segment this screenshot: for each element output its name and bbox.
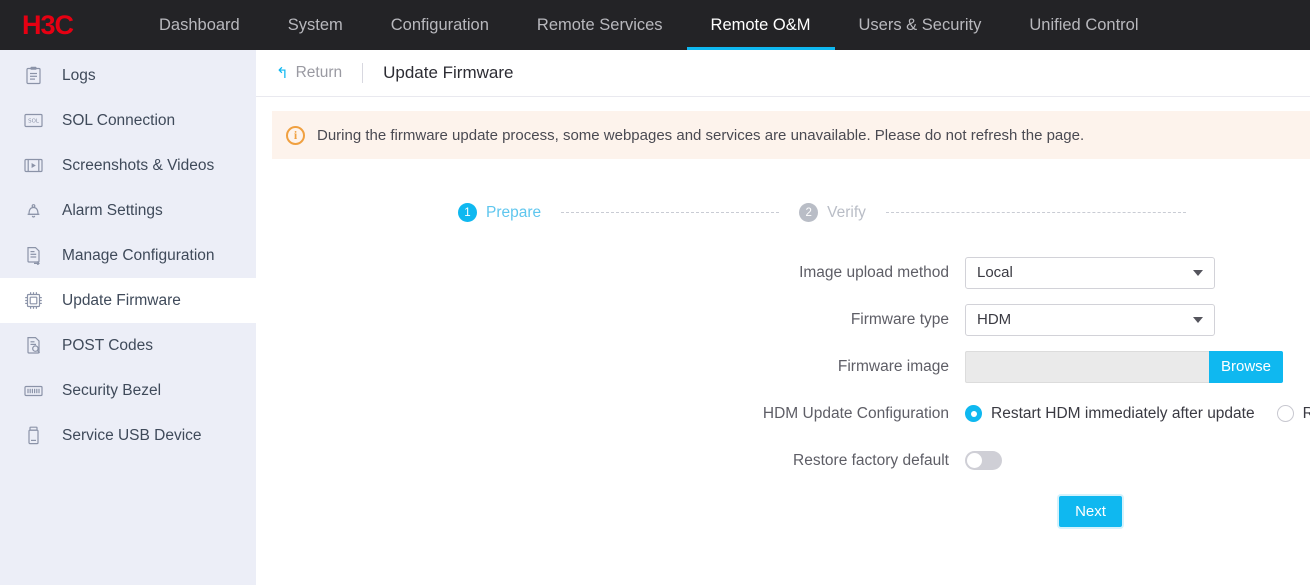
svg-text:SOL: SOL — [28, 119, 39, 125]
nav-item-users-security[interactable]: Users & Security — [835, 0, 1006, 50]
nav-item-unified-control[interactable]: Unified Control — [1005, 0, 1162, 50]
sidebar-item-label: Service USB Device — [62, 426, 202, 444]
sidebar-item-label: SOL Connection — [62, 111, 176, 129]
document-export-icon — [22, 245, 44, 267]
sidebar-item-label: Alarm Settings — [62, 201, 163, 219]
nav-item-dashboard[interactable]: Dashboard — [135, 0, 264, 50]
step-verify: 2 Verify — [799, 203, 866, 222]
toggle-knob — [967, 453, 982, 468]
bezel-grill-icon — [22, 380, 44, 402]
breadcrumb: ↱ Return Update Firmware — [256, 50, 1310, 97]
nav-item-label: Configuration — [390, 15, 489, 34]
usb-drive-icon — [22, 425, 44, 447]
chevron-down-icon — [1193, 269, 1203, 276]
firmware-update-form: Image upload method Local Firmware type … — [256, 249, 1310, 527]
sidebar-item-post-codes[interactable]: POST Codes — [0, 323, 256, 368]
sidebar-item-label: Screenshots & Videos — [62, 156, 215, 174]
nav-item-remote-om[interactable]: Remote O&M — [686, 0, 835, 50]
step-prepare: 1 Prepare — [458, 203, 541, 222]
image-upload-method-label: Image upload method — [799, 263, 949, 281]
sidebar-item-label: Update Firmware — [62, 291, 181, 309]
nav-item-label: Users & Security — [858, 15, 982, 34]
stepper-connector — [561, 212, 780, 213]
sidebar-item-screenshots-videos[interactable]: Screenshots & Videos — [0, 143, 256, 188]
stepper-connector — [885, 212, 1186, 213]
radio-label: Restart HDM manually — [1302, 404, 1310, 422]
sidebar-item-service-usb-device[interactable]: Service USB Device — [0, 413, 256, 458]
nav-item-system[interactable]: System — [264, 0, 367, 50]
nav-item-remote-services[interactable]: Remote Services — [513, 0, 687, 50]
form-row-hdm-update-configuration: HDM Update Configuration Restart HDM imm… — [256, 390, 1310, 437]
next-button[interactable]: Next — [1059, 496, 1122, 527]
radio-restart-immediately[interactable]: Restart HDM immediately after update — [965, 405, 1255, 423]
sidebar-item-label: Manage Configuration — [62, 246, 215, 264]
clipboard-list-icon — [22, 65, 44, 87]
firmware-type-value: HDM — [977, 311, 1012, 328]
sidebar-item-label: POST Codes — [62, 336, 154, 354]
form-row-firmware-type: Firmware type HDM — [256, 296, 1310, 343]
sidebar-item-update-firmware[interactable]: Update Firmware — [0, 278, 256, 323]
document-search-icon — [22, 335, 44, 357]
brand-logo[interactable]: H3C — [0, 0, 135, 50]
breadcrumb-separator — [362, 63, 364, 83]
radio-unselected-icon — [1276, 405, 1294, 422]
image-upload-method-select[interactable]: Local — [965, 256, 1215, 289]
form-actions: Next — [256, 496, 1310, 527]
brand-logo-text: H3C — [22, 9, 74, 40]
return-label: Return — [295, 64, 343, 81]
radio-selected-icon — [965, 405, 982, 422]
nav-item-label: Dashboard — [159, 15, 240, 34]
video-frame-icon — [22, 155, 44, 177]
nav-item-label: Unified Control — [1029, 15, 1139, 34]
image-upload-method-value: Local — [977, 264, 1013, 281]
sidebar-item-label: Security Bezel — [62, 381, 162, 399]
top-navigation-bar: H3C Dashboard System Configuration Remot… — [0, 0, 1310, 50]
hdm-update-configuration-label: HDM Update Configuration — [762, 404, 949, 422]
progress-stepper: 1 Prepare 2 Verify — [256, 203, 1310, 222]
top-nav-items: Dashboard System Configuration Remote Se… — [135, 0, 1163, 50]
step-number: 2 — [799, 203, 819, 222]
sidebar-item-alarm-settings[interactable]: Alarm Settings — [0, 188, 256, 233]
step-label: Verify — [827, 203, 866, 221]
bell-icon — [22, 200, 44, 222]
page-title: Update Firmware — [383, 63, 514, 82]
warning-banner-text: During the firmware update process, some… — [317, 126, 1085, 144]
sidebar: Logs SOL SOL Connection Screenshots & Vi… — [0, 50, 256, 585]
nav-item-configuration[interactable]: Configuration — [367, 0, 513, 50]
step-number: 1 — [458, 203, 477, 222]
browse-button[interactable]: Browse — [1209, 350, 1283, 383]
hdm-update-configuration-radio-group: Restart HDM immediately after update Res… — [965, 405, 1310, 423]
return-button[interactable]: ↱ Return — [276, 64, 342, 82]
nav-item-label: Remote Services — [536, 15, 663, 34]
main-content: ↱ Return Update Firmware i During the fi… — [256, 50, 1310, 585]
firmware-type-select[interactable]: HDM — [965, 303, 1215, 336]
chevron-down-icon — [1193, 316, 1203, 323]
form-row-restore-factory-default: Restore factory default — [256, 437, 1310, 484]
form-row-image-upload-method: Image upload method Local — [256, 249, 1310, 296]
warning-banner: i During the firmware update process, so… — [272, 111, 1310, 159]
info-circle-icon: i — [286, 125, 305, 145]
sidebar-item-label: Logs — [62, 66, 96, 84]
step-label: Prepare — [486, 203, 542, 221]
restore-factory-default-toggle[interactable] — [965, 451, 1002, 470]
sidebar-item-manage-configuration[interactable]: Manage Configuration — [0, 233, 256, 278]
sidebar-item-security-bezel[interactable]: Security Bezel — [0, 368, 256, 413]
firmware-image-label: Firmware image — [837, 357, 949, 375]
return-arrow-icon: ↱ — [276, 65, 289, 82]
form-row-firmware-image: Firmware image Browse — [256, 343, 1310, 390]
radio-label: Restart HDM immediately after update — [991, 404, 1255, 422]
restore-factory-default-label: Restore factory default — [793, 451, 949, 469]
firmware-type-label: Firmware type — [850, 310, 949, 328]
nav-item-label: System — [287, 15, 343, 34]
sidebar-item-sol-connection[interactable]: SOL SOL Connection — [0, 98, 256, 143]
radio-restart-manually[interactable]: Restart HDM manually — [1276, 404, 1310, 423]
chip-refresh-icon — [22, 290, 44, 312]
firmware-image-file-picker: Browse — [965, 350, 1283, 383]
sol-terminal-icon: SOL — [22, 110, 44, 132]
sidebar-item-logs[interactable]: Logs — [0, 53, 256, 98]
firmware-image-input[interactable] — [965, 350, 1209, 383]
nav-item-label: Remote O&M — [710, 15, 811, 34]
